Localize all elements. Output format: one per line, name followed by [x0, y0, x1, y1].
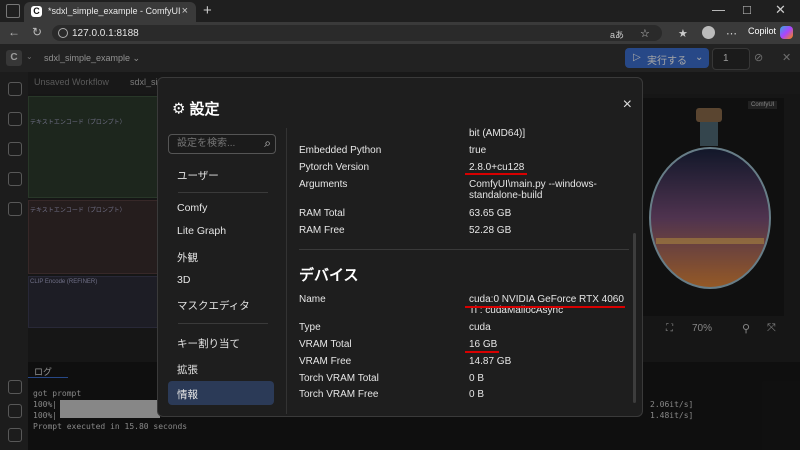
refresh-icon[interactable]: ↻ [32, 25, 42, 39]
nav-item-3d[interactable]: 3D [168, 268, 274, 292]
nav-item-user[interactable]: ユーザー [168, 162, 274, 186]
nav-item-label: Comfy [177, 202, 208, 214]
info-value: 0 B [469, 373, 485, 384]
info-label: VRAM Free [299, 356, 352, 367]
maximize-button[interactable]: □ [743, 2, 751, 17]
info-value: 63.65 GB [469, 208, 512, 219]
settings-search-box[interactable]: ⌕ [168, 134, 276, 154]
red-underline-annotation [465, 306, 625, 308]
nav-item-label: 外観 [177, 252, 198, 264]
nav-divider [178, 323, 268, 324]
nav-item-extension[interactable]: 拡張 [168, 356, 274, 380]
info-value: true [469, 145, 487, 156]
read-aloud-icon[interactable]: aあ [610, 28, 624, 41]
tab-close-icon[interactable]: × [182, 5, 188, 17]
info-label: Type [299, 322, 321, 333]
new-tab-button[interactable]: + [203, 2, 212, 19]
gear-icon: ⚙ [172, 100, 186, 118]
info-label: Name [299, 294, 326, 305]
devices-section-heading: デバイス [299, 267, 359, 284]
info-value: ComfyUI\main.py --windows-standalone-bui… [469, 179, 597, 201]
info-label: Embedded Python [299, 145, 382, 156]
section-divider [299, 249, 629, 250]
scrollbar[interactable] [633, 233, 636, 403]
favorite-star-icon[interactable]: ☆ [640, 27, 650, 40]
browser-tab[interactable]: C *sdxl_simple_example - ComfyUI × [24, 2, 196, 22]
info-value: cuda:0 NVIDIA GeForce RTX 4060 Ti : cuda… [469, 294, 624, 316]
info-value: bit (AMD64)] [469, 128, 526, 139]
nav-item-appearance[interactable]: 外観 [168, 244, 274, 268]
nav-item-label: ユーザー [177, 170, 219, 182]
nav-item-label: マスクエディタ [177, 300, 250, 312]
nav-divider [178, 192, 268, 193]
info-label: Torch VRAM Total [299, 373, 379, 384]
dialog-close-button[interactable]: × [623, 96, 632, 114]
url-text: 127.0.0.1:8188 [72, 28, 139, 39]
info-label: Torch VRAM Free [299, 389, 379, 400]
nav-item-label: 3D [177, 274, 191, 286]
info-label: VRAM Total [299, 339, 352, 350]
back-icon[interactable]: ← [8, 25, 20, 39]
info-label: RAM Free [299, 225, 345, 236]
copilot-icon[interactable] [780, 26, 793, 39]
more-icon[interactable]: ⋯ [726, 27, 737, 40]
tab-actions-icon[interactable] [6, 4, 20, 18]
settings-search-input[interactable] [175, 137, 259, 150]
nav-item-about[interactable]: 情報 [168, 381, 274, 405]
panel-divider [286, 128, 287, 414]
info-label: Pytorch Version [299, 162, 370, 173]
nav-item-lite-graph[interactable]: Lite Graph [168, 219, 274, 243]
settings-dialog: ⚙設定 × ⌕ ユーザー Comfy Lite Graph 外観 3D マスクエ… [157, 77, 643, 417]
nav-item-keybinding[interactable]: キー割り当て [168, 330, 274, 354]
nav-item-label: キー割り当て [177, 338, 240, 350]
info-value: 52.28 GB [469, 225, 512, 236]
info-value: cuda [469, 322, 491, 333]
info-value: 2.8.0+cu128 [469, 162, 525, 173]
search-icon[interactable]: ⌕ [264, 136, 271, 151]
info-label: RAM Total [299, 208, 345, 219]
minimize-button[interactable]: — [712, 2, 725, 17]
window-close-button[interactable]: ✕ [775, 2, 786, 18]
nav-item-mask-editor[interactable]: マスクエディタ [168, 292, 274, 316]
favorites-icon[interactable]: ★ [678, 27, 688, 40]
red-underline-annotation [465, 173, 527, 175]
info-value: 14.87 GB [469, 356, 512, 367]
copilot-label[interactable]: Copilot [748, 26, 776, 36]
address-bar[interactable] [52, 25, 662, 41]
info-value: 0 B [469, 389, 485, 400]
nav-item-label: 拡張 [177, 364, 198, 376]
profile-avatar[interactable] [702, 26, 715, 39]
nav-item-label: 情報 [177, 389, 198, 401]
dialog-title: 設定 [189, 101, 220, 118]
nav-item-comfy[interactable]: Comfy [168, 196, 274, 220]
nav-item-label: Lite Graph [177, 225, 227, 237]
red-underline-annotation [465, 351, 499, 353]
tab-title: *sdxl_simple_example - ComfyUI [48, 6, 181, 16]
comfyui-favicon-icon: C [31, 6, 42, 17]
info-label: Arguments [299, 179, 348, 190]
site-info-icon[interactable] [58, 28, 68, 38]
info-value: 16 GB [469, 339, 498, 350]
